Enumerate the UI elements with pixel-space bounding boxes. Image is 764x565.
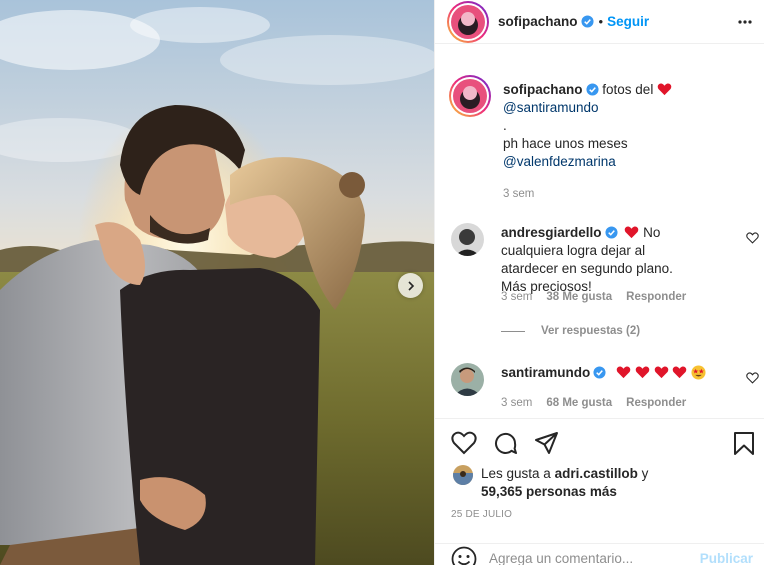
post-side-panel: sofipachano • Seguir sofipachano fotos d… (434, 0, 764, 565)
comment-time[interactable]: 3 sem (501, 397, 532, 409)
likes-user[interactable]: adri.castillob (555, 466, 638, 481)
comments-section[interactable]: sofipachano fotos del @santiramundo . ph… (435, 45, 764, 417)
likes-summary: Les gusta a adri.castillob y 59,365 pers… (453, 465, 648, 501)
like-comment-heart-icon[interactable] (746, 232, 759, 244)
avatar-image (451, 223, 484, 256)
comment-icon (495, 432, 517, 454)
share-button[interactable] (534, 431, 559, 456)
comment-text: santiramundo (501, 364, 731, 382)
comment-input[interactable] (489, 551, 689, 565)
verified-icon (605, 226, 618, 239)
share-icon (535, 432, 558, 454)
comment-likes[interactable]: 68 Me gusta (546, 397, 612, 409)
verified-icon (585, 83, 599, 96)
heart-icon (451, 431, 477, 455)
red-heart-emoji-icon (654, 366, 668, 379)
avatar-image (453, 465, 473, 485)
red-heart-emoji-icon (625, 226, 639, 239)
view-replies-label: Ver respuestas (2) (541, 325, 641, 337)
comment-username[interactable]: andresgiardello (501, 225, 602, 240)
verified-icon (593, 366, 606, 379)
more-options-icon[interactable] (737, 14, 753, 30)
likes-text: Les gusta a adri.castillob y 59,365 pers… (481, 465, 648, 501)
avatar-image (451, 363, 484, 396)
couple-sunset-photo (0, 0, 434, 565)
post-header: sofipachano • Seguir (435, 0, 764, 44)
commenter-avatar[interactable] (451, 223, 484, 256)
caption-body: fotos del (602, 82, 654, 97)
replies-divider (501, 330, 525, 332)
chevron-right-icon (407, 280, 414, 291)
reply-button[interactable]: Responder (626, 397, 686, 409)
avatar-image (451, 4, 485, 39)
comment-likes[interactable]: 38 Me gusta (546, 291, 612, 303)
author-username[interactable]: sofipachano (498, 14, 578, 29)
caption-line2: ph hace unos meses (503, 136, 628, 151)
likes-prefix: Les gusta a (481, 466, 551, 481)
like-comment-heart-icon[interactable] (746, 372, 759, 384)
post-date[interactable]: 25 DE JULIO (451, 509, 512, 520)
caption-mention-santiramundo[interactable]: @santiramundo (503, 99, 743, 117)
author-avatar[interactable] (447, 0, 489, 43)
emoji-icon[interactable] (451, 546, 477, 565)
caption-text: sofipachano fotos del @santiramundo . ph… (503, 81, 743, 203)
star-eyes-emoji-icon (691, 365, 706, 380)
caption-dot: . (503, 118, 507, 133)
caption-username[interactable]: sofipachano (503, 82, 583, 97)
post-photo[interactable] (0, 0, 434, 565)
caption-mention-valenfdezmarina[interactable]: @valenfdezmarina (503, 153, 743, 171)
save-button[interactable] (733, 431, 755, 459)
red-heart-emoji-icon (657, 83, 672, 96)
publish-button[interactable]: Publicar (700, 551, 753, 565)
verified-icon (580, 15, 594, 28)
likes-conj: y (641, 466, 649, 481)
caption-avatar[interactable] (449, 75, 491, 117)
action-icons (451, 431, 559, 456)
comment-time[interactable]: 3 sem (501, 291, 532, 303)
bookmark-icon (734, 432, 754, 455)
comment-username[interactable]: santiramundo (501, 365, 590, 380)
red-heart-emoji-icon (635, 366, 650, 379)
comment-composer: Publicar (435, 543, 764, 565)
liker-avatar[interactable] (453, 465, 473, 485)
red-heart-emoji-icon (673, 366, 687, 379)
hearts-emoji-row (616, 365, 706, 380)
avatar-image (453, 79, 487, 113)
header-separator: • (598, 14, 604, 29)
follow-button[interactable]: Seguir (607, 14, 649, 29)
comment-text: andresgiardello No cualquiera logra deja… (501, 224, 701, 296)
caption-time[interactable]: 3 sem (503, 185, 534, 203)
post-viewer: sofipachano • Seguir sofipachano fotos d… (0, 0, 764, 565)
like-button[interactable] (451, 431, 477, 456)
view-replies-button[interactable]: Ver respuestas (2) (501, 325, 640, 337)
commenter-avatar[interactable] (451, 363, 484, 396)
comment-button[interactable] (493, 431, 518, 456)
red-heart-emoji-icon (616, 366, 631, 379)
next-photo-button[interactable] (398, 273, 423, 298)
likes-others[interactable]: 59,365 personas más (481, 484, 617, 499)
post-actions: Les gusta a adri.castillob y 59,365 pers… (435, 418, 764, 565)
reply-button[interactable]: Responder (626, 291, 686, 303)
